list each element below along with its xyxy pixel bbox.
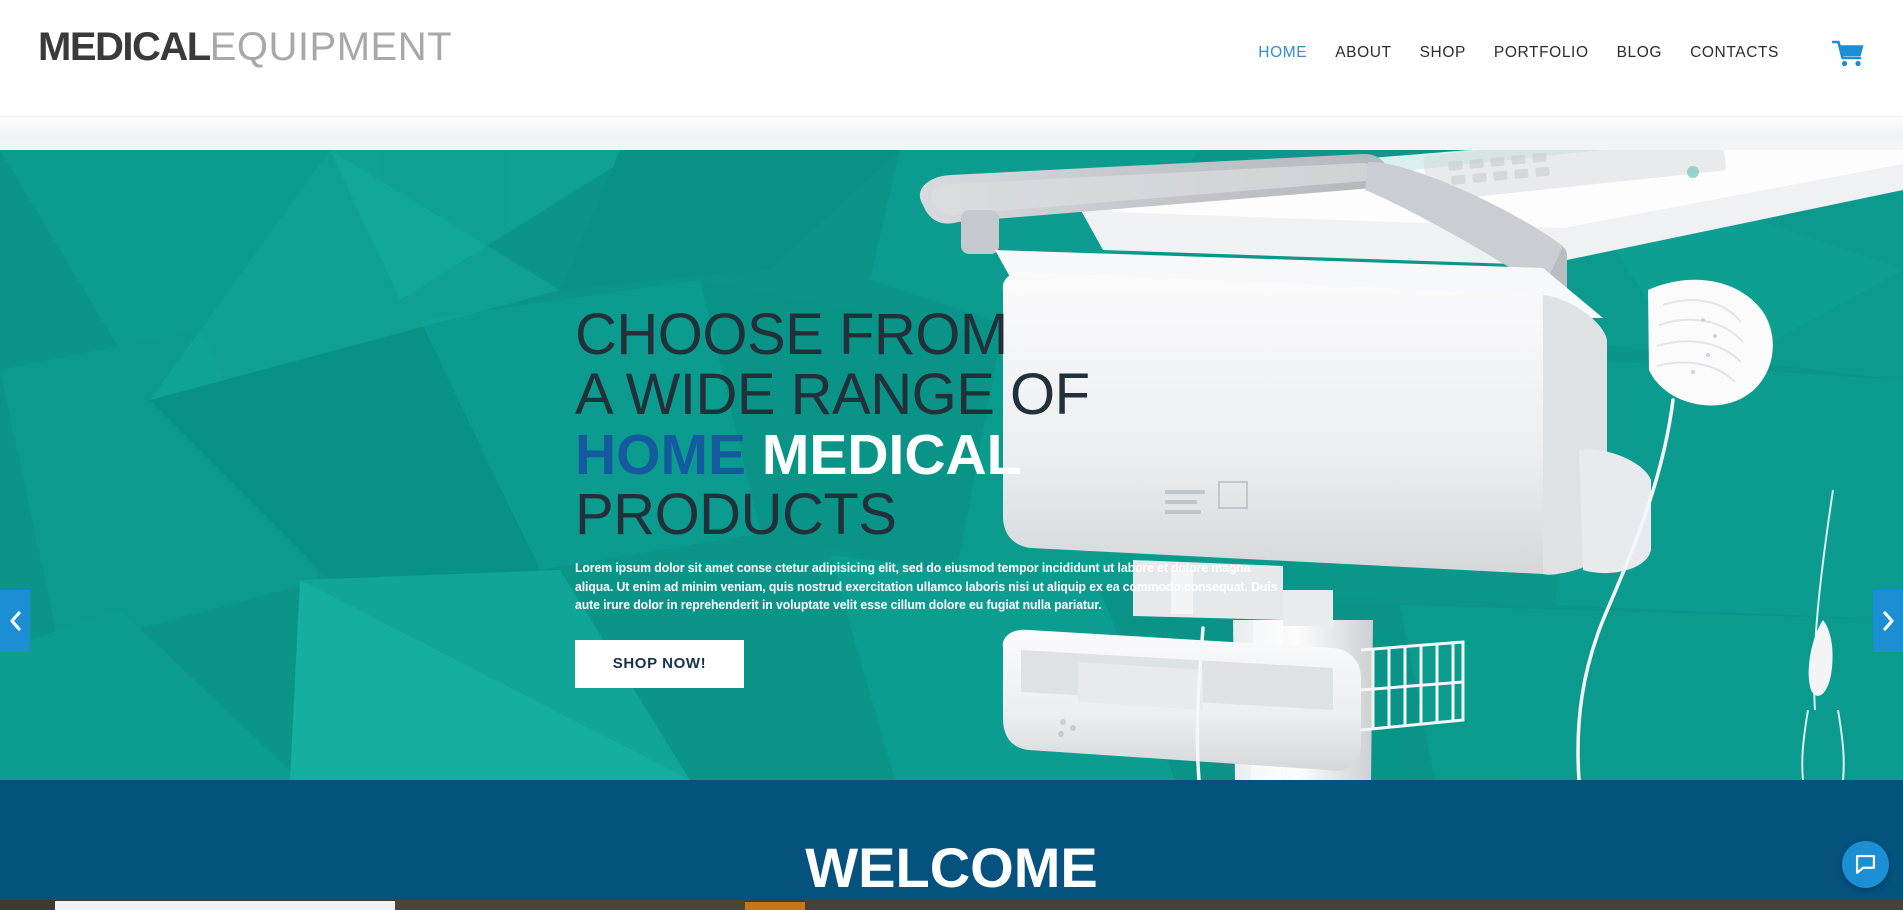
cart-button[interactable] xyxy=(1825,34,1873,74)
nav-item-home[interactable]: HOME xyxy=(1244,44,1321,62)
chat-widget-button[interactable] xyxy=(1842,841,1889,888)
taskbar-window-item[interactable] xyxy=(55,901,395,910)
page-root: MEDICALEQUIPMENT HOME ABOUT SHOP PORTFOL… xyxy=(0,0,1903,910)
logo-text-bold: MEDICAL xyxy=(38,25,211,69)
chevron-right-icon xyxy=(1882,611,1894,631)
headline-line-3: HOME MEDICAL xyxy=(575,425,1375,485)
site-header: MEDICALEQUIPMENT HOME ABOUT SHOP PORTFOL… xyxy=(0,0,1903,116)
chevron-left-icon xyxy=(9,611,21,631)
hero-slider: CHOOSE FROM A WIDE RANGE OF HOME MEDICAL… xyxy=(0,150,1903,780)
headline-line-2: A WIDE RANGE OF xyxy=(575,362,1090,427)
taskbar-accent-item[interactable] xyxy=(745,902,805,910)
nav-item-about[interactable]: ABOUT xyxy=(1321,44,1405,62)
hero-paragraph: Lorem ipsum dolor sit amet conse ctetur … xyxy=(575,560,1278,612)
slider-next-button[interactable] xyxy=(1873,590,1903,652)
headline-medical: MEDICAL xyxy=(761,423,1022,487)
os-taskbar xyxy=(0,900,1903,910)
shop-now-button[interactable]: SHOP NOW! xyxy=(575,639,744,688)
headline-home: HOME xyxy=(575,423,746,487)
header-inner: MEDICALEQUIPMENT HOME ABOUT SHOP PORTFOL… xyxy=(0,0,1903,116)
welcome-title: WELCOME xyxy=(805,836,1098,899)
header-bottom-band xyxy=(0,116,1903,150)
taskbar-segment xyxy=(395,900,745,910)
headline-line-4: PRODUCTS xyxy=(575,482,897,547)
main-navigation: HOME ABOUT SHOP PORTFOLIO BLOG CONTACTS xyxy=(1244,44,1793,62)
hero-content: CHOOSE FROM A WIDE RANGE OF HOME MEDICAL… xyxy=(575,305,1375,688)
logo-text-thin: EQUIPMENT xyxy=(209,25,453,69)
headline-line-1: CHOOSE FROM xyxy=(575,302,1008,367)
welcome-section: WELCOME xyxy=(0,780,1903,900)
slider-prev-button[interactable] xyxy=(0,590,30,652)
hero-headline: CHOOSE FROM A WIDE RANGE OF HOME MEDICAL… xyxy=(575,305,1375,545)
nav-item-contacts[interactable]: CONTACTS xyxy=(1676,44,1793,62)
taskbar-segment-right xyxy=(805,900,1903,910)
nav-item-shop[interactable]: SHOP xyxy=(1406,44,1480,62)
nav-item-blog[interactable]: BLOG xyxy=(1603,44,1676,62)
site-logo[interactable]: MEDICALEQUIPMENT xyxy=(38,24,452,70)
shopping-cart-icon xyxy=(1832,40,1864,67)
chat-bubble-icon xyxy=(1855,854,1876,874)
nav-item-portfolio[interactable]: PORTFOLIO xyxy=(1480,44,1603,62)
